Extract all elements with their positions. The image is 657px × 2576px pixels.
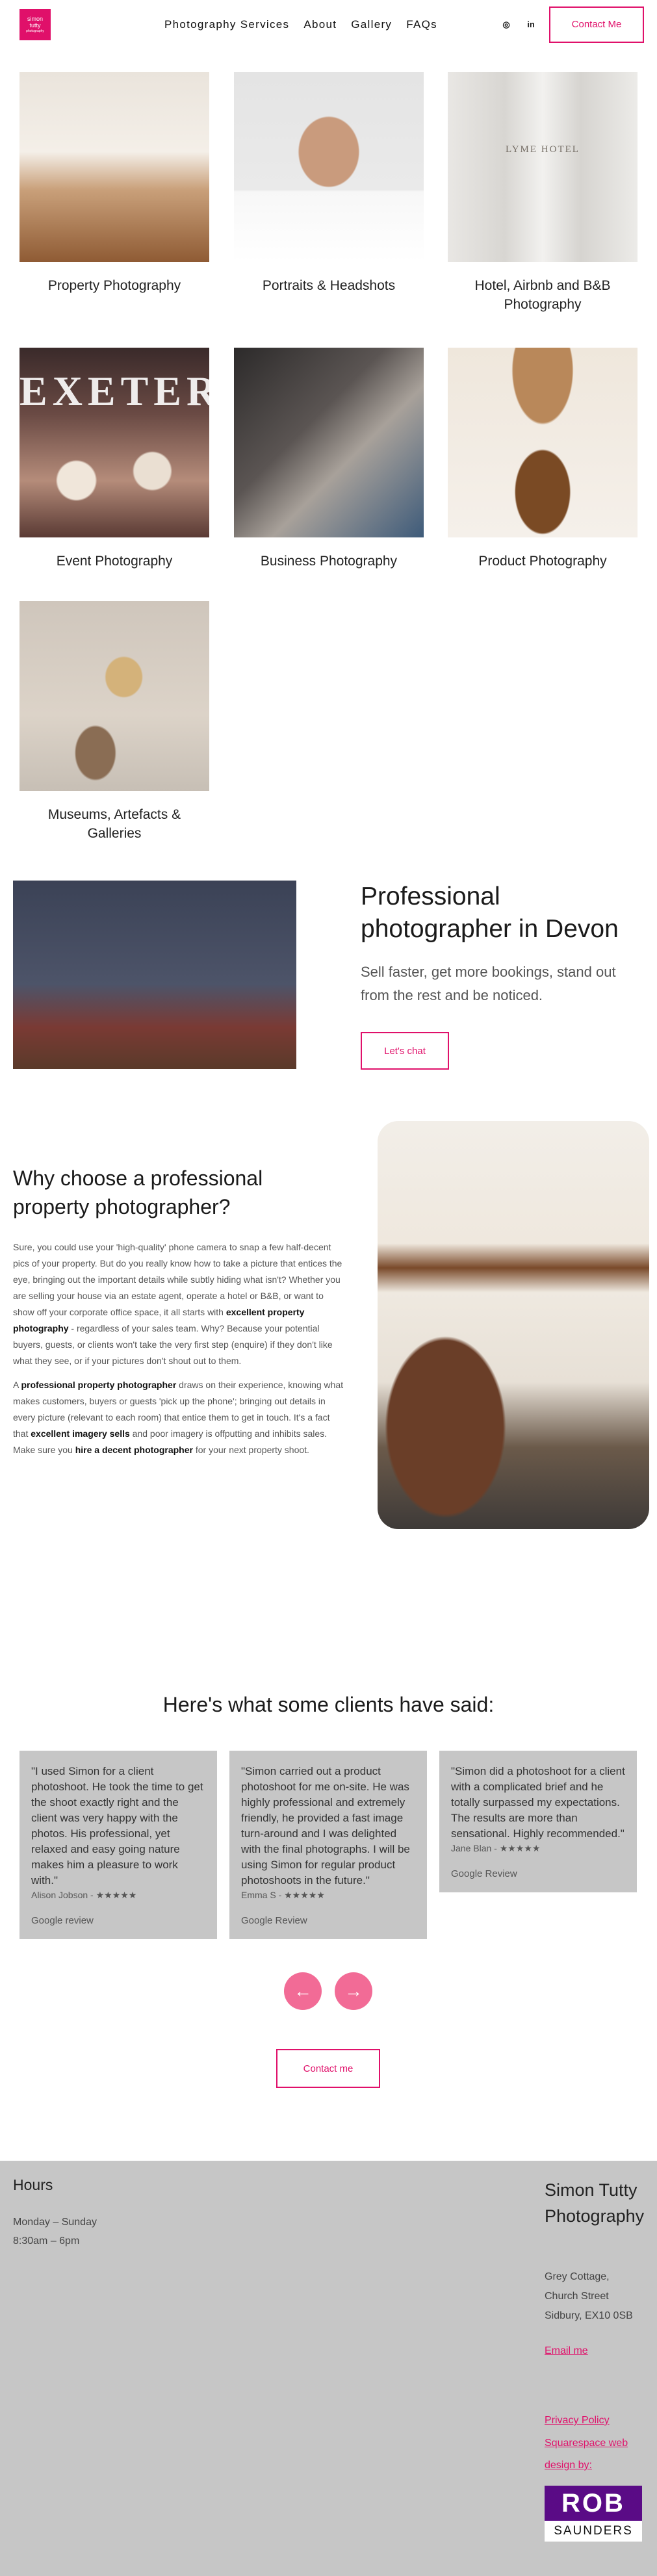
business-name: Simon Tutty Photography	[545, 2180, 645, 2226]
main-nav: Photography Services About Gallery FAQs	[164, 18, 437, 31]
service-card-event[interactable]: EXETER Event Photography	[19, 348, 209, 571]
hours-days: Monday – Sunday	[13, 2217, 97, 2228]
service-caption: Portraits & Headshots	[262, 278, 396, 293]
event-banner-text: EXETER	[19, 368, 209, 414]
testimonial-source: Google review	[31, 1915, 94, 1926]
service-card-property[interactable]: Property Photography	[19, 72, 209, 295]
nav-photography-services[interactable]: Photography Services	[164, 18, 289, 31]
nav-gallery[interactable]: Gallery	[351, 18, 392, 31]
coffee-photo	[234, 348, 424, 537]
service-caption: Property Photography	[47, 278, 181, 293]
testimonial-quote: "Simon carried out a product photoshoot …	[241, 1765, 410, 1887]
testimonial-card: "Simon carried out a product photoshoot …	[229, 1751, 427, 1939]
section-title: Professional photographer in Devon	[361, 882, 619, 943]
lets-chat-button[interactable]: Let's chat	[361, 1032, 449, 1070]
site-footer: Hours Monday – Sunday 8:30am – 6pm Simon…	[0, 2161, 657, 2576]
services-gallery: Property Photography Portraits & Headsho…	[0, 49, 657, 881]
cookie-jar-photo	[448, 348, 638, 537]
service-card-museums[interactable]: Museums, Artefacts & Galleries	[19, 601, 209, 843]
bottle-label: LYME HOTEL	[506, 144, 580, 155]
privacy-policy-link[interactable]: Privacy Policy	[545, 2410, 610, 2432]
bold-segment: hire a decent photographer	[75, 1445, 193, 1455]
nav-faqs[interactable]: FAQs	[406, 18, 437, 31]
header-contact-button[interactable]: Contact Me	[549, 6, 644, 43]
address-line: Church Street	[545, 2291, 609, 2302]
hours-title: Hours	[13, 2176, 53, 2193]
testimonial-author: Jane Blan - ★★★★★	[451, 1843, 541, 1853]
testimonial-card: "Simon did a photoshoot for a client wit…	[439, 1751, 637, 1892]
instagram-icon[interactable]: ◎	[500, 18, 513, 31]
event-photo: EXETER	[19, 348, 209, 537]
why-paragraph-1: Sure, you could use your 'high-quality' …	[13, 1239, 346, 1369]
header-actions: ◎ in Contact Me	[500, 6, 644, 43]
testimonial-quote: "I used Simon for a client photoshoot. H…	[31, 1765, 203, 1887]
kitchen-photo	[19, 72, 209, 262]
service-card-portraits[interactable]: Portraits & Headshots	[234, 72, 424, 295]
hours-time: 8:30am – 6pm	[13, 2235, 80, 2247]
service-card-business[interactable]: Business Photography	[234, 348, 424, 571]
service-caption: Product Photography	[478, 554, 607, 569]
service-caption: Museums, Artefacts & Galleries	[47, 807, 181, 841]
rob-saunders-logo[interactable]: ROB SAUNDERS	[545, 2486, 642, 2542]
logo-line-3: photography	[26, 29, 44, 33]
nav-about[interactable]: About	[303, 18, 337, 31]
text-segment: Sure, you could use your 'high-quality' …	[13, 1242, 342, 1317]
text-segment: A	[13, 1380, 21, 1390]
testimonial-source: Google Review	[241, 1915, 307, 1926]
site-logo[interactable]: simon tutty photography	[19, 8, 51, 40]
why-title: Why choose a professional property photo…	[13, 1166, 263, 1218]
prev-arrow-icon[interactable]: ←	[284, 1972, 322, 2010]
service-caption: Event Photography	[56, 554, 173, 569]
testimonial-card: "I used Simon for a client photoshoot. H…	[19, 1751, 217, 1939]
service-caption: Business Photography	[260, 554, 398, 569]
testimonial-source: Google Review	[451, 1868, 517, 1879]
logo-line-1: simon	[27, 16, 43, 22]
portrait-photo	[234, 72, 424, 262]
hotel-bottles-photo: LYME HOTEL	[448, 72, 638, 262]
professional-section: Professional photographer in Devon Sell …	[0, 881, 657, 1121]
living-room-photo	[13, 881, 296, 1069]
bold-segment: professional property photographer	[21, 1380, 177, 1390]
museum-photo	[19, 601, 209, 791]
logo-line-2: tutty	[29, 22, 41, 29]
service-caption: Hotel, Airbnb and B&B Photography	[474, 278, 611, 312]
testimonial-author: Alison Jobson - ★★★★★	[31, 1890, 137, 1900]
logo-bottom-text: SAUNDERS	[554, 2524, 633, 2538]
web-design-credit-link[interactable]: Squarespace web design by:	[545, 2432, 649, 2477]
bold-segment: excellent imagery sells	[31, 1428, 130, 1439]
address-line: Grey Cottage,	[545, 2271, 610, 2282]
why-body: Sure, you could use your 'high-quality' …	[13, 1239, 346, 1466]
email-link[interactable]: Email me	[545, 2340, 588, 2362]
why-paragraph-2: A professional property photographer dra…	[13, 1377, 346, 1458]
site-header: simon tutty photography Photography Serv…	[0, 0, 657, 49]
text-segment: for your next property shoot.	[192, 1445, 309, 1455]
linkedin-icon[interactable]: in	[524, 18, 537, 31]
section-subtitle: Sell faster, get more bookings, stand ou…	[361, 964, 616, 1003]
lounge-photo	[378, 1121, 649, 1529]
service-card-hotel[interactable]: LYME HOTEL Hotel, Airbnb and B&B Photogr…	[448, 72, 638, 314]
testimonials-section: Here's what some clients have said: "I u…	[0, 1693, 657, 2161]
contact-me-button[interactable]: Contact me	[276, 2049, 380, 2088]
service-card-product[interactable]: Product Photography	[448, 348, 638, 571]
next-arrow-icon[interactable]: →	[335, 1972, 372, 2010]
testimonials-title: Here's what some clients have said:	[162, 1693, 495, 1716]
why-section: Why choose a professional property photo…	[0, 1121, 657, 1693]
testimonial-quote: "Simon did a photoshoot for a client wit…	[451, 1765, 625, 1840]
logo-top-text: ROB	[545, 2486, 642, 2521]
address-line: Sidbury, EX10 0SB	[545, 2310, 633, 2321]
testimonial-author: Emma S - ★★★★★	[241, 1890, 325, 1900]
